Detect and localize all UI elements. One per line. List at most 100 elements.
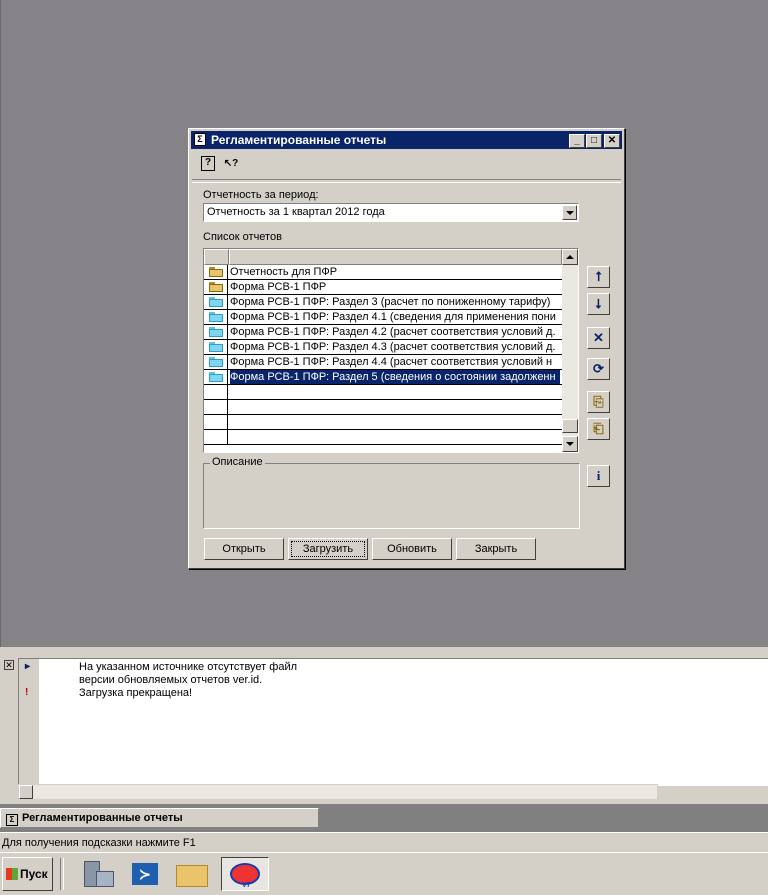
scroll-up-button[interactable] [562,249,578,265]
message-close-icon[interactable]: ✕ [4,660,14,670]
list-header [204,249,562,265]
row-icon-cell [204,385,228,399]
list-row[interactable]: Форма РСВ-1 ПФР: Раздел 5 (сведения о со… [204,370,562,385]
error-icon: ! [25,687,29,698]
save-file-icon: ⎗ [593,421,604,436]
row-icon-cell [204,400,228,414]
row-label [230,430,560,444]
info-arrow-icon: ▸ [25,661,31,672]
scroll-left-button[interactable] [19,785,33,799]
info-button[interactable]: i [587,465,610,487]
period-label: Отчетность за период: [203,189,319,201]
dialog-title-bar[interactable]: Σ Регламентированные отчеты _ □ ✕ [191,131,622,149]
taskbar: Пуск ≻ V7 [0,852,768,895]
explorer-icon[interactable] [172,857,212,891]
list-row[interactable]: Форма РСВ-1 ПФР: Раздел 4.3 (расчет соот… [204,340,562,355]
list-row[interactable]: Форма РСВ-1 ПФР: Раздел 4.1 (сведения дл… [204,310,562,325]
scroll-down-button[interactable] [562,436,578,452]
list-row[interactable]: Форма РСВ-1 ПФР: Раздел 3 (расчет по пон… [204,295,562,310]
report-list-label: Список отчетов [203,231,282,243]
row-icon-cell [204,370,228,384]
close-button[interactable]: ✕ [604,134,620,148]
list-row[interactable]: Форма РСВ-1 ПФР [204,280,562,295]
list-scrollbar[interactable] [562,249,578,452]
move-up-button[interactable]: ⭡ [587,266,610,288]
message-line: версии обновляемых отчетов ver.id. [79,674,263,686]
arrow-down-icon: ⭣ [595,296,602,311]
period-select[interactable]: Отчетность за 1 квартал 2012 года [203,203,579,222]
window-tab-label: Регламентированные отчеты [22,812,183,824]
row-label [230,415,560,429]
row-label [230,385,560,399]
update-button[interactable]: Обновить [372,538,452,560]
message-line: Загрузка прекращена! [79,687,193,699]
period-value: Отчетность за 1 квартал 2012 года [207,206,385,218]
row-icon-cell [204,430,228,444]
report-list[interactable]: Отчетность для ПФР Форма РСВ-1 ПФР Форма Р… [203,248,579,453]
folder-icon [209,372,223,382]
refresh-icon: ⟳ [593,361,604,376]
reports-dialog: Σ Регламентированные отчеты _ □ ✕ ? ↖? О… [188,128,625,569]
1c-app-button[interactable]: V7 [221,857,269,891]
folder-icon [209,357,223,367]
row-icon-cell [204,310,228,324]
list-row[interactable]: Форма РСВ-1 ПФР: Раздел 4.4 (расчет соот… [204,355,562,370]
pointer-help-icon[interactable]: ↖? [223,156,239,172]
list-row[interactable] [204,430,562,445]
maximize-button[interactable]: □ [586,134,602,148]
row-label: Форма РСВ-1 ПФР [230,281,327,293]
help-icon[interactable]: ? [201,156,215,171]
toolbar-separator [192,179,621,183]
open-button[interactable]: Открыть [204,538,284,560]
row-icon-cell [204,325,228,339]
list-row[interactable]: Отчетность для ПФР [204,265,562,280]
load-file-button[interactable]: ⎘ [587,391,610,413]
folder-open-icon [209,267,223,277]
close-dialog-button[interactable]: Закрыть [456,538,536,560]
list-row[interactable] [204,415,562,430]
powershell-icon[interactable]: ≻ [126,857,166,891]
message-window-handle: ✕ [0,658,18,798]
dialog-toolbar: ? ↖? [195,154,619,176]
row-icon-cell [204,280,228,294]
row-label: Форма РСВ-1 ПФР: Раздел 4.4 (расчет соот… [230,356,553,368]
folder-icon [209,312,223,322]
save-file-button[interactable]: ⎗ [587,418,610,440]
status-bar: Для получения подсказки нажмите F1 [0,832,768,852]
row-label: Форма РСВ-1 ПФР: Раздел 4.2 (расчет соот… [230,326,556,338]
description-group: Описание [203,456,580,529]
scroll-thumb[interactable] [562,419,578,433]
start-label: Пуск [20,867,48,881]
list-header-icon-col[interactable] [204,249,229,265]
minimize-button[interactable]: _ [569,134,585,148]
row-label: Форма РСВ-1 ПФР: Раздел 5 (сведения о со… [230,370,560,384]
arrow-up-icon: ⭡ [595,269,602,284]
row-label: Форма РСВ-1 ПФР: Раздел 3 (расчет по пон… [230,296,551,308]
message-list: ▸ На указанном источнике отсутствует файл… [18,658,768,786]
row-icon-cell [204,415,228,429]
folder-icon [209,342,223,352]
row-label: Форма РСВ-1 ПФР: Раздел 4.3 (расчет соот… [230,341,556,353]
start-button[interactable]: Пуск [2,857,53,891]
list-row[interactable] [204,385,562,400]
list-row[interactable]: Форма РСВ-1 ПФР: Раздел 4.2 (расчет соот… [204,325,562,340]
description-label: Описание [210,456,265,468]
app-icon: Σ [194,133,206,146]
delete-button[interactable]: ✕ [587,327,610,349]
list-header-name-col[interactable] [229,249,562,265]
dialog-title: Регламентированные отчеты [211,133,387,147]
message-window: ✕ ▸ На указанном источнике отсутствует фа… [0,647,768,804]
windows-logo-icon [6,868,18,880]
status-text: Для получения подсказки нажмите F1 [2,837,196,849]
message-hscroll[interactable] [18,784,658,800]
folder-icon [209,297,223,307]
server-manager-icon[interactable] [78,857,118,891]
list-row[interactable] [204,400,562,415]
refresh-button[interactable]: ⟳ [587,358,610,380]
mdi-workspace: Σ Регламентированные отчеты _ □ ✕ ? ↖? О… [0,0,768,647]
load-button[interactable]: Загрузить [288,538,368,560]
move-down-button[interactable]: ⭣ [587,293,610,315]
row-label: Отчетность для ПФР [230,266,338,278]
window-tab[interactable]: Σ Регламентированные отчеты [0,808,319,828]
chevron-down-icon[interactable] [562,205,577,220]
